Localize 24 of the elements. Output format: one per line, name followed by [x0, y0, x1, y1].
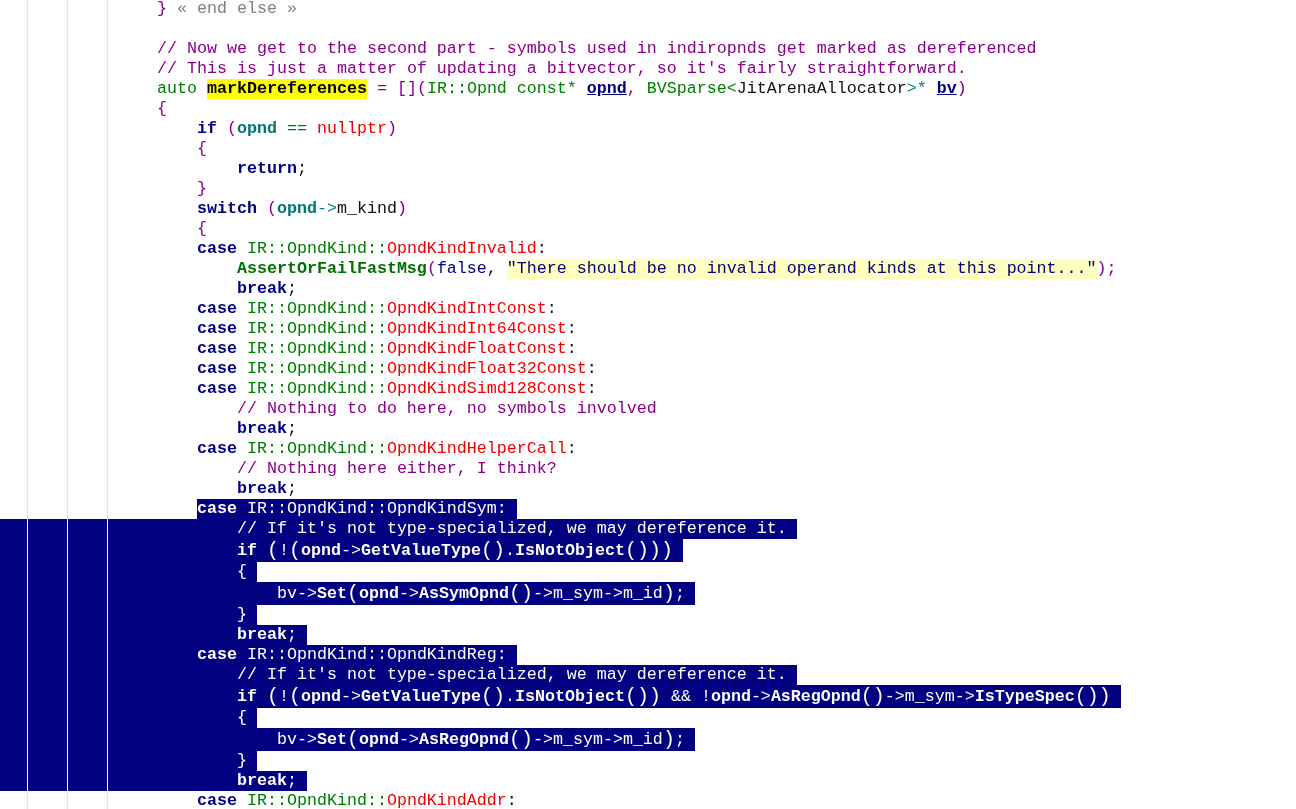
code-line: return;: [236, 159, 307, 179]
code-line: case IR::OpndKind::OpndKindAddr:: [196, 791, 517, 809]
code-line: // This is just a matter of updating a bitvector, so it's fairly straightforward.: [157, 59, 967, 79]
code-line: // Now we get to the second part - symbols used in indiropnds get marked as dereferenced: [157, 39, 1037, 59]
code-line: {: [157, 99, 167, 119]
code-line: {: [196, 219, 207, 239]
code-line: }: [196, 179, 207, 199]
code-line: case IR::OpndKind::OpndKindInvalid:: [196, 239, 547, 259]
code-line: case IR::OpndKind::OpndKindFloatConst:: [196, 339, 577, 359]
code-line: break;: [236, 279, 297, 299]
code-line: break;: [236, 419, 297, 439]
code-line: auto markDereferences = [](IR::Opnd const* opnd, BVSparse<JitArenaAllocator>* bv): [157, 79, 967, 99]
code-line: break;: [236, 479, 297, 499]
code-line: // Nothing to do here, no symbols involved: [236, 399, 657, 419]
code-line: case IR::OpndKind::OpndKindFloat32Const:: [196, 359, 597, 379]
code-line: switch (opnd->m_kind): [196, 199, 407, 219]
code-line: // Nothing here either, I think?: [236, 459, 557, 479]
code-line: {: [196, 139, 207, 159]
code-line: if (opnd == nullptr): [196, 119, 397, 139]
code-line: case IR::OpndKind::OpndKindSimd128Const:: [196, 379, 597, 399]
code-line: } « end else »: [157, 0, 297, 19]
code-line: case IR::OpndKind::OpndKindHelperCall:: [196, 439, 577, 459]
code-line: case IR::OpndKind::OpndKindIntConst:: [196, 299, 557, 319]
code-line: case IR::OpndKind::OpndKindInt64Const:: [196, 319, 577, 339]
